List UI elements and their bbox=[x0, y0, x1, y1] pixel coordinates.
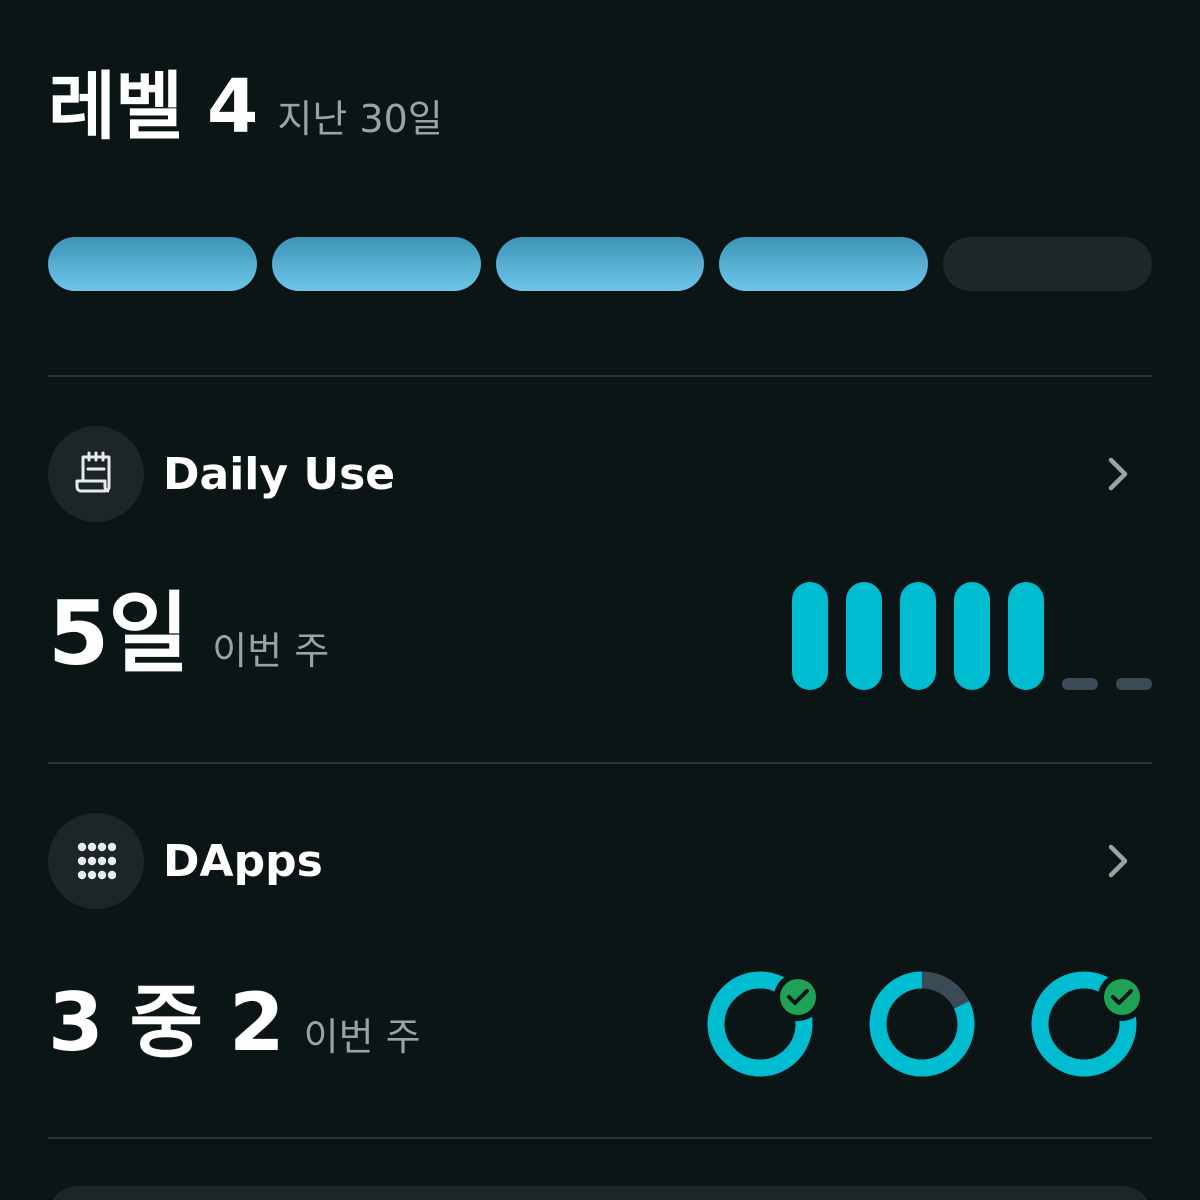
level-title: 레벨 4 bbox=[48, 64, 258, 150]
day-bar-inactive bbox=[1116, 678, 1152, 690]
day-bar-inactive bbox=[1062, 678, 1098, 690]
level-segment-filled bbox=[271, 237, 481, 291]
dapps-value: 3 중 2 bbox=[48, 976, 285, 1069]
chevron-right-icon[interactable] bbox=[1098, 841, 1138, 881]
day-bar-active bbox=[792, 582, 828, 690]
dapps-stat: 3 중 2 이번 주 bbox=[48, 983, 421, 1063]
daily-use-period: 이번 주 bbox=[212, 629, 330, 673]
grid-dots-icon bbox=[48, 813, 144, 909]
level-segment-filled bbox=[48, 237, 257, 291]
dapps-title: DApps bbox=[163, 835, 323, 887]
calendar-note-icon bbox=[48, 426, 144, 522]
daily-use-chart bbox=[790, 582, 1152, 690]
daily-use-title: Daily Use bbox=[163, 448, 396, 500]
daily-use-row[interactable]: Daily Use bbox=[48, 426, 1152, 522]
level-progress-bar bbox=[48, 237, 1152, 291]
check-badge-icon bbox=[1104, 979, 1140, 1015]
day-bar-active bbox=[954, 582, 990, 690]
check-badge-icon bbox=[780, 979, 816, 1015]
level-segment-filled bbox=[719, 237, 929, 291]
next-card[interactable] bbox=[48, 1186, 1152, 1200]
day-bar-active bbox=[900, 582, 936, 690]
level-segment-filled bbox=[495, 237, 705, 291]
daily-use-value: 5일 bbox=[48, 582, 189, 685]
dapps-rings bbox=[700, 968, 1152, 1080]
divider bbox=[48, 762, 1152, 764]
level-page: 레벨 4 지난 30일 Daily Use 5일 이번 주 DApps 3 중 … bbox=[0, 0, 1200, 1200]
day-bar-active bbox=[1008, 582, 1044, 690]
divider bbox=[48, 1137, 1152, 1139]
level-segment-empty bbox=[943, 237, 1152, 291]
chevron-right-icon[interactable] bbox=[1098, 454, 1138, 494]
dapps-period: 이번 주 bbox=[303, 1015, 421, 1059]
dapp-ring-completed bbox=[707, 971, 816, 1077]
daily-use-stat: 5일 이번 주 bbox=[48, 590, 329, 678]
dapps-row[interactable]: DApps bbox=[48, 813, 1152, 909]
dapp-ring-completed bbox=[1031, 971, 1140, 1077]
dapp-ring bbox=[869, 971, 975, 1077]
day-bar-active bbox=[846, 582, 882, 690]
level-header: 레벨 4 지난 30일 bbox=[48, 70, 443, 144]
divider bbox=[48, 375, 1152, 377]
level-period: 지난 30일 bbox=[277, 97, 443, 141]
